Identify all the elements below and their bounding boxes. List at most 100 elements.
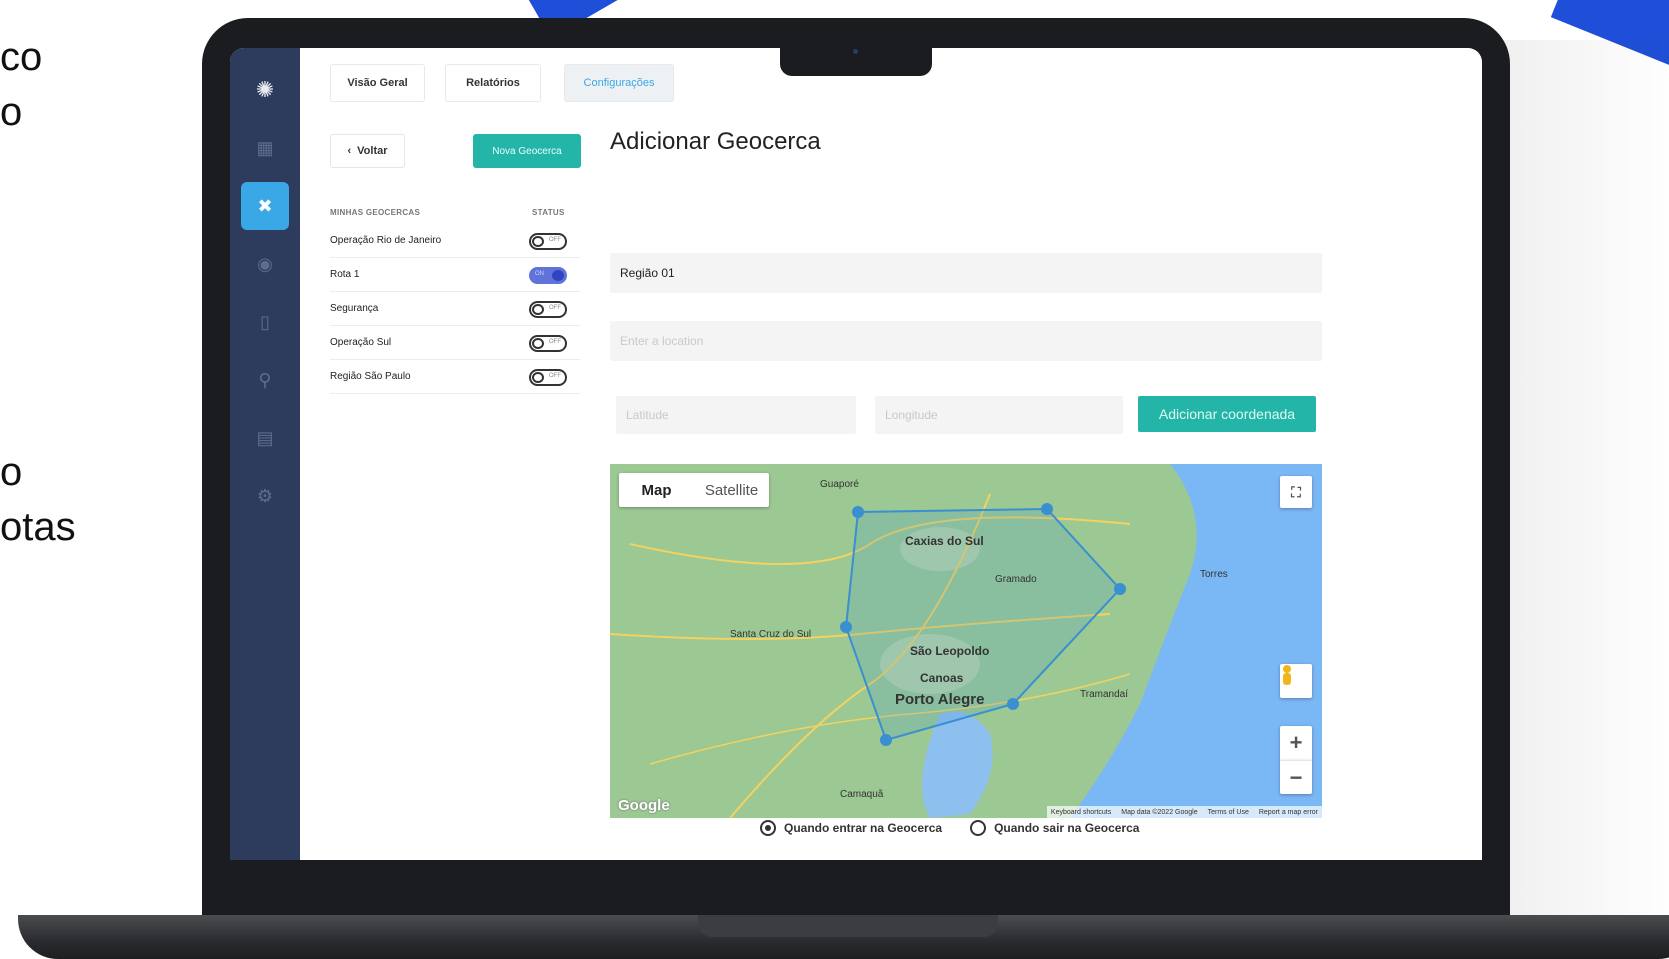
document-icon[interactable]: ▯ xyxy=(241,298,289,346)
map-canvas xyxy=(610,464,1322,818)
longitude-input[interactable] xyxy=(875,396,1123,434)
map-city-label: São Leopoldo xyxy=(910,644,990,658)
back-button-label: Voltar xyxy=(357,145,388,157)
radio-enter-geofence[interactable]: Quando entrar na Geocerca xyxy=(760,820,942,836)
tab-configuracoes[interactable]: Configurações xyxy=(564,64,674,102)
geofence-name: Operação Rio de Janeiro xyxy=(330,235,442,246)
toggle-label: OFF xyxy=(549,339,561,345)
stage: co o o otas ✺ ▦ ✖ ◉ ▯ ⚲ ▤ ⚙ Visão Geral … xyxy=(0,0,1669,959)
radio-button-icon xyxy=(970,820,987,836)
map-city-label: Canoas xyxy=(920,671,964,685)
list-header-status: STATUS xyxy=(532,208,565,217)
laptop-base-notch xyxy=(698,915,998,937)
map-city-label: Caxias do Sul xyxy=(905,534,984,548)
vertex-marker[interactable] xyxy=(880,734,892,746)
latitude-input[interactable] xyxy=(616,396,856,434)
list-item[interactable]: Operação Sul OFF xyxy=(330,326,580,360)
street-view-pegman-icon[interactable] xyxy=(1280,664,1312,698)
map[interactable]: Caxias do Sul São Leopoldo Canoas Porto … xyxy=(610,464,1322,818)
map-type-satellite-button[interactable]: Satellite xyxy=(694,473,769,507)
map-city-label: Gramado xyxy=(995,574,1037,585)
map-city-label: Camaquã xyxy=(840,789,884,800)
fullscreen-icon[interactable]: ⛶ xyxy=(1280,476,1312,508)
side-text-block: o otas xyxy=(0,445,76,555)
toggle-label: OFF xyxy=(549,305,561,311)
geofence-name: Rota 1 xyxy=(330,269,360,280)
zoom-in-button[interactable]: + xyxy=(1280,726,1312,760)
radio-label: Quando entrar na Geocerca xyxy=(784,821,943,835)
toggle-label: OFF xyxy=(549,237,561,243)
status-toggle[interactable]: OFF xyxy=(529,369,567,386)
grid-icon[interactable]: ▦ xyxy=(241,124,289,172)
side-text-line: otas xyxy=(0,505,76,549)
region-name-input[interactable] xyxy=(610,253,1322,293)
map-footer-link[interactable]: Keyboard shortcuts xyxy=(1051,809,1111,816)
report-icon[interactable]: ▤ xyxy=(241,414,289,462)
status-toggle[interactable]: OFF xyxy=(529,335,567,352)
vertex-marker[interactable] xyxy=(1007,698,1019,710)
app-screen: ✺ ▦ ✖ ◉ ▯ ⚲ ▤ ⚙ Visão Geral Relatórios C… xyxy=(230,48,1482,860)
camera-icon xyxy=(853,49,858,54)
map-type-map-button[interactable]: Map xyxy=(619,473,694,507)
side-text-line: o xyxy=(0,90,23,134)
status-toggle[interactable]: OFF xyxy=(529,233,567,250)
toggle-label: ON xyxy=(535,271,544,277)
location-search-input[interactable] xyxy=(610,321,1322,361)
radio-label: Quando sair na Geocerca xyxy=(994,821,1140,835)
list-item[interactable]: Região São Paulo OFF xyxy=(330,360,580,394)
map-footer-text: Map data ©2022 Google xyxy=(1121,808,1198,816)
status-toggle[interactable]: OFF xyxy=(529,301,567,318)
map-city-label: Porto Alegre xyxy=(895,691,985,708)
radio-exit-geofence[interactable]: Quando sair na Geocerca xyxy=(970,820,1139,836)
radio-button-icon xyxy=(760,820,776,836)
list-item[interactable]: Rota 1 ON xyxy=(330,258,580,292)
map-footer-link[interactable]: Report a map error xyxy=(1259,809,1318,816)
google-logo: Google xyxy=(618,797,670,814)
vertex-marker[interactable] xyxy=(852,506,864,518)
chevron-left-icon: ‹ xyxy=(347,145,352,157)
back-button[interactable]: ‹ Voltar xyxy=(330,134,405,168)
sidebar: ✺ ▦ ✖ ◉ ▯ ⚲ ▤ ⚙ xyxy=(230,48,300,860)
trigger-options: Quando entrar na Geocerca Quando sair na… xyxy=(760,820,1139,836)
pegman-shape xyxy=(1283,665,1291,685)
circle-icon[interactable]: ◉ xyxy=(241,240,289,288)
list-item[interactable]: Segurança OFF xyxy=(330,292,580,326)
vertex-marker[interactable] xyxy=(840,621,852,633)
side-text-line: o xyxy=(0,450,23,494)
list-header-name: MINHAS GEOCERCAS xyxy=(330,208,421,217)
side-text-block: co o xyxy=(0,30,42,140)
geofence-name: Região São Paulo xyxy=(330,371,411,382)
map-footer-link[interactable]: Terms of Use xyxy=(1208,809,1249,816)
tab-relatorios[interactable]: Relatórios xyxy=(445,64,541,102)
toggle-knob xyxy=(552,270,564,281)
toggle-knob xyxy=(532,236,544,247)
status-toggle[interactable]: ON xyxy=(529,267,567,284)
add-coordinate-button[interactable]: Adicionar coordenada xyxy=(1138,396,1316,432)
map-city-label: Guaporé xyxy=(820,479,859,490)
geofence-name: Operação Sul xyxy=(330,337,392,348)
geofence-name: Segurança xyxy=(330,303,379,314)
new-geofence-button[interactable]: Nova Geocerca xyxy=(473,134,581,168)
search-user-icon[interactable]: ⚲ xyxy=(241,356,289,404)
camera-notch xyxy=(780,44,932,76)
map-city-label: Tramandaí xyxy=(1080,689,1128,700)
toggle-knob xyxy=(532,372,544,383)
tools-icon[interactable]: ✖ xyxy=(241,182,289,230)
map-city-label: Torres xyxy=(1200,569,1228,580)
side-text-line: co xyxy=(0,35,43,79)
vertex-marker[interactable] xyxy=(1041,503,1053,515)
zoom-out-button[interactable]: − xyxy=(1280,760,1312,794)
toggle-knob xyxy=(532,304,544,315)
map-footer: Keyboard shortcuts Map data ©2022 Google… xyxy=(1046,806,1322,818)
toggle-knob xyxy=(532,338,544,349)
laptop-bezel xyxy=(202,860,1510,923)
map-city-label: Santa Cruz do Sul xyxy=(730,629,812,640)
tab-visao-geral[interactable]: Visão Geral xyxy=(330,64,425,102)
map-type-toggle: Map Satellite xyxy=(619,473,769,507)
page-title: Adicionar Geocerca xyxy=(610,128,821,155)
toggle-label: OFF xyxy=(549,373,561,379)
settings-icon[interactable]: ⚙ xyxy=(241,472,289,520)
logo-icon[interactable]: ✺ xyxy=(241,66,289,114)
list-item[interactable]: Operação Rio de Janeiro OFF xyxy=(330,224,580,258)
vertex-marker[interactable] xyxy=(1114,583,1126,595)
